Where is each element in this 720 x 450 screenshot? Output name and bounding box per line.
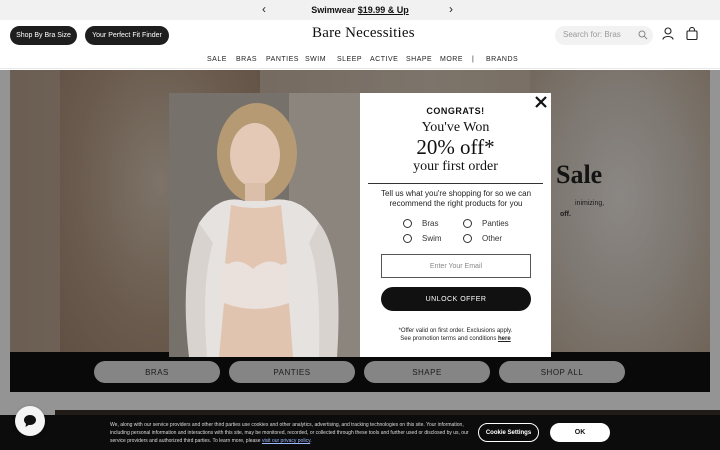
fine-print-line-2: See promotion terms and conditions here — [360, 335, 551, 343]
site-logo[interactable]: Bare Necessities — [312, 25, 415, 42]
modal-prompt: Tell us what you're shopping for so we c… — [380, 189, 532, 208]
modal-offer-text: 20% off* — [416, 135, 495, 159]
modal-fine-print: *Offer valid on first order. Exclusions … — [360, 327, 551, 343]
promo-next-arrow-icon[interactable]: › — [449, 2, 453, 16]
option-other-radio[interactable]: Other — [463, 234, 502, 243]
nav-item-swim[interactable]: SWIM — [305, 56, 326, 63]
modal-first-order-text: your first order — [413, 159, 498, 174]
modal-divider — [368, 183, 543, 184]
chat-icon — [24, 415, 36, 427]
email-field[interactable]: Enter Your Email — [381, 254, 531, 278]
radio-circle[interactable] — [463, 219, 472, 228]
cookie-ok-button[interactable]: OK — [550, 423, 610, 442]
option-label: Bras — [422, 219, 439, 228]
nav-divider: | — [472, 56, 475, 63]
nav-item-sale[interactable]: SALE — [207, 56, 227, 63]
main-nav: SALE BRAS PANTIES SWIM SLEEP ACTIVE SHAP… — [0, 52, 720, 69]
fit-finder-button[interactable]: Your Perfect Fit Finder — [85, 26, 169, 45]
option-swim-radio[interactable]: Swim — [403, 234, 442, 243]
unlock-offer-button[interactable]: UNLOCK OFFER — [381, 287, 531, 311]
nav-item-brands[interactable]: BRANDS — [486, 56, 518, 63]
fine-print-line-1: *Offer valid on first order. Exclusions … — [398, 328, 513, 334]
nav-item-shape[interactable]: SHAPE — [406, 56, 432, 63]
promo-label: Swimwear — [311, 5, 356, 15]
nav-item-active[interactable]: ACTIVE — [370, 56, 398, 63]
model-illustration — [169, 93, 360, 357]
nav-item-bras[interactable]: BRAS — [236, 56, 257, 63]
account-icon[interactable] — [662, 27, 674, 40]
modal-won-text: You've Won — [421, 120, 490, 135]
search-input[interactable]: Search for: Bras — [555, 26, 653, 45]
modal-model-image — [169, 93, 360, 357]
radio-circle[interactable] — [403, 219, 412, 228]
option-label: Panties — [482, 219, 509, 228]
cookie-banner: We, along with our service providers and… — [0, 415, 720, 450]
search-placeholder: Search for: Bras — [563, 30, 621, 39]
promo-text[interactable]: Swimwear $19.99 & Up — [311, 5, 409, 15]
option-label: Swim — [422, 234, 442, 243]
cookie-text: We, along with our service providers and… — [110, 422, 469, 444]
option-panties-radio[interactable]: Panties — [463, 219, 509, 228]
radio-circle[interactable] — [463, 234, 472, 243]
terms-link[interactable]: here — [498, 336, 511, 342]
cookie-settings-button[interactable]: Cookie Settings — [478, 423, 539, 442]
promo-price[interactable]: $19.99 & Up — [358, 5, 409, 15]
search-icon[interactable] — [638, 30, 648, 40]
radio-circle[interactable] — [403, 234, 412, 243]
option-label: Other — [482, 234, 503, 243]
nav-item-panties[interactable]: PANTIES — [266, 56, 299, 63]
promo-prev-arrow-icon[interactable]: ‹ — [262, 2, 266, 16]
fine-print-terms: See promotion terms and conditions — [400, 336, 497, 342]
chat-button[interactable] — [15, 406, 45, 436]
shopping-bag-icon[interactable] — [686, 27, 698, 40]
privacy-policy-link[interactable]: visit our privacy policy — [262, 438, 310, 444]
modal-congrats: CONGRATS! — [426, 106, 485, 116]
option-bras-radio[interactable]: Bras — [403, 219, 438, 228]
promo-bar: ‹ Swimwear $19.99 & Up › — [0, 0, 720, 20]
header: Shop By Bra Size Your Perfect Fit Finder… — [0, 20, 720, 52]
nav-item-sleep[interactable]: SLEEP — [337, 56, 362, 63]
nav-item-more[interactable]: MORE — [440, 56, 463, 63]
shop-by-bra-size-button[interactable]: Shop By Bra Size — [10, 26, 77, 45]
